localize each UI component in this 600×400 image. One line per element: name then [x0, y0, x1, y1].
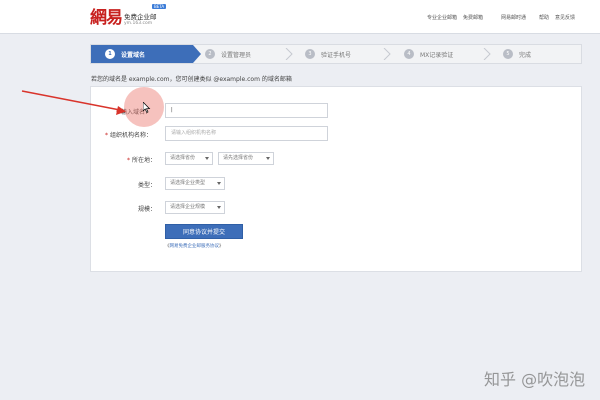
- agreement-link[interactable]: 网易免费企业邮服务协议: [170, 244, 220, 249]
- step-set-admin: 2 设置管理员: [205, 45, 251, 63]
- chevron-right-icon: [483, 48, 491, 60]
- chevron-right-icon: [285, 48, 293, 60]
- step-label: 完成: [519, 51, 532, 59]
- agreement-suffix: 》: [219, 244, 224, 249]
- step-label: MX记录验证: [420, 51, 454, 59]
- chevron-down-icon: [205, 157, 209, 160]
- step-number: 4: [404, 49, 414, 59]
- step-label: 设置域名: [121, 51, 146, 59]
- step-number: 3: [305, 49, 315, 59]
- step-number: 1: [105, 49, 115, 59]
- step-set-domain: 1 设置域名: [91, 45, 193, 63]
- logo-url: ym.163.com: [124, 21, 153, 26]
- zhihu-watermark: 知乎 @吹泡泡: [484, 370, 586, 389]
- top-bar: 網易 免费企业邮 ym.163.com BETA 专业企业邮箱 免费邮箱 网易邮…: [0, 0, 600, 34]
- nav-feedback[interactable]: 意见反馈: [555, 14, 575, 21]
- domain-input[interactable]: |: [165, 103, 328, 118]
- step-mx-verify: 4 MX记录验证: [404, 45, 453, 63]
- logo-title: 免费企业邮: [124, 13, 157, 21]
- logo-mark: 網易: [90, 8, 123, 28]
- step-verify-phone: 3 验证手机号: [305, 45, 351, 63]
- required-marker: *: [105, 132, 108, 139]
- province-select[interactable]: 请选择省份: [165, 152, 213, 165]
- nav-help[interactable]: 帮助: [539, 14, 549, 21]
- chevron-right-icon: [383, 48, 391, 60]
- company-scale-value: 请选择企业规模: [170, 204, 206, 210]
- beta-badge: BETA: [152, 4, 167, 9]
- org-name-label-text: 组织机构名称：: [110, 132, 153, 139]
- org-name-label: * 组织机构名称：: [105, 130, 152, 139]
- location-label-text: 所在地：: [132, 157, 157, 164]
- agree-submit-button[interactable]: 同意协议并提交: [165, 224, 243, 239]
- form-panel: [90, 86, 582, 272]
- step-label: 设置管理员: [221, 51, 252, 59]
- service-agreement: 《网易免费企业邮服务协议》: [165, 243, 224, 249]
- domain-intro-text: 若您的域名是 example.com，您可创建类似 @example.com 的…: [91, 76, 292, 83]
- org-name-input[interactable]: 请输入组织机构名称: [165, 126, 328, 141]
- step-number: 2: [205, 49, 215, 59]
- nav-free-mail[interactable]: 免费邮箱: [463, 14, 483, 21]
- city-select-value: 请先选择省份: [223, 155, 254, 161]
- type-label: 类型：: [138, 182, 157, 189]
- chevron-down-icon: [217, 182, 221, 185]
- mouse-cursor-icon: [143, 102, 151, 113]
- nav-popo[interactable]: 网易邮时通: [501, 14, 526, 21]
- step-indicator: 1 设置域名 2 设置管理员 3 验证手机号 4 MX记录验证 5 完成: [90, 44, 582, 64]
- company-type-value: 请选择企业类型: [170, 180, 206, 186]
- step-label: 验证手机号: [321, 51, 352, 59]
- city-select[interactable]: 请先选择省份: [218, 152, 274, 165]
- step-number: 5: [503, 49, 513, 59]
- company-type-select[interactable]: 请选择企业类型: [165, 177, 225, 190]
- chevron-down-icon: [266, 157, 270, 160]
- scale-label: 规模：: [138, 206, 157, 213]
- company-scale-select[interactable]: 请选择企业规模: [165, 201, 225, 214]
- required-marker: *: [127, 157, 130, 164]
- active-step-arrow: [193, 45, 201, 63]
- nav-enterprise-mail[interactable]: 专业企业邮箱: [427, 14, 457, 21]
- netease-logo[interactable]: 網易 免费企业邮 ym.163.com BETA: [90, 4, 170, 30]
- chevron-down-icon: [217, 206, 221, 209]
- location-label: * 所在地：: [127, 155, 156, 164]
- province-select-value: 请选择省份: [170, 155, 196, 161]
- step-done: 5 完成: [503, 45, 531, 63]
- annotation-arrow-icon: [21, 90, 126, 115]
